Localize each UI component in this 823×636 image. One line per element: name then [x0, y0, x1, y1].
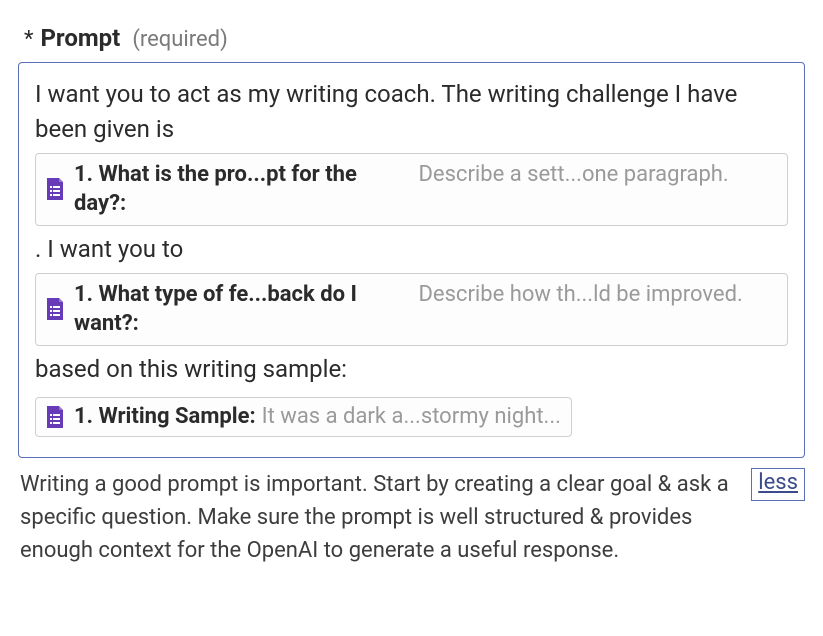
field-label: Prompt	[40, 24, 120, 52]
field-label-row: * Prompt (required)	[18, 24, 805, 52]
required-asterisk: * Prompt	[24, 24, 120, 52]
chip-value: It was a dark a...stormy night...	[262, 402, 561, 432]
helper-text: Writing a good prompt is important. Star…	[18, 468, 739, 567]
prompt-text-segment: based on this writing sample:	[35, 352, 788, 387]
prompt-text-segment: I want you to act as my writing coach. T…	[35, 77, 788, 147]
required-tag: (required)	[132, 27, 227, 52]
variable-chip-prompt-for-day[interactable]: 1. What is the pro...pt for the day?: De…	[35, 153, 788, 226]
helper-row: Writing a good prompt is important. Star…	[18, 468, 805, 567]
chip-value: Describe how th...ld be improved.	[418, 280, 777, 310]
chip-label: 1. What is the pro...pt for the day?:	[74, 160, 418, 219]
prompt-input[interactable]: I want you to act as my writing coach. T…	[18, 62, 805, 458]
form-icon	[44, 404, 66, 430]
chip-value: Describe a sett...one paragraph.	[418, 160, 777, 190]
chip-label: 1. What type of fe...back do I want?:	[74, 280, 418, 339]
variable-chip-feedback-type[interactable]: 1. What type of fe...back do I want?: De…	[35, 273, 788, 346]
variable-chip-writing-sample[interactable]: 1. Writing Sample: It was a dark a...sto…	[35, 397, 572, 437]
less-link[interactable]: less	[751, 468, 805, 501]
prompt-content: I want you to act as my writing coach. T…	[35, 77, 788, 443]
form-icon	[44, 176, 66, 202]
form-icon	[44, 296, 66, 322]
prompt-text-segment: . I want you to	[35, 232, 788, 267]
chip-label: 1. Writing Sample:	[74, 402, 256, 432]
